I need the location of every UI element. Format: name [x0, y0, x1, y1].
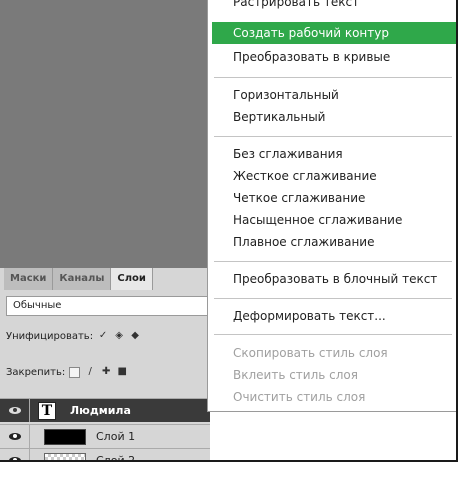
lock-pixels-brush-icon[interactable]: / — [84, 366, 96, 378]
lock-all-padlock-icon[interactable]: ■ — [116, 366, 128, 378]
unify-label: Унифицировать: — [6, 330, 94, 342]
layer-visibility-toggle[interactable] — [0, 425, 30, 448]
layer-visibility-toggle[interactable] — [0, 449, 30, 460]
eye-icon — [8, 433, 21, 440]
menu-item-antialias-smooth[interactable]: Плавное сглаживание — [208, 231, 456, 253]
menu-item-vertical[interactable]: Вертикальный — [208, 106, 456, 128]
menu-separator — [214, 77, 452, 78]
layer-thumbnail-transparent — [44, 452, 86, 460]
layer-row-1[interactable]: Слой 1 — [0, 424, 210, 448]
layer-name: Людмила — [70, 404, 131, 417]
unify-style-icon[interactable]: ◆ — [129, 330, 141, 342]
lock-transparency-icon[interactable] — [69, 366, 81, 378]
layer-name: Слой 1 — [96, 430, 136, 443]
layers-panel: Маски Каналы Слои Обычные Унифицировать:… — [0, 268, 210, 460]
eye-icon — [8, 457, 21, 460]
menu-item-paste-layer-style: Вклеить стиль слоя — [233, 368, 358, 382]
menu-item-warp-text[interactable]: Деформировать текст... — [208, 305, 456, 327]
unify-row: Унифицировать: ✓ ◈ ◆ — [6, 330, 141, 342]
text-layer-thumbnail-icon: T — [38, 401, 56, 420]
layer-row-text[interactable]: T Людмила — [0, 398, 210, 422]
unify-visibility-icon[interactable]: ◈ — [113, 330, 125, 342]
tab-masks[interactable]: Маски — [4, 268, 54, 290]
tab-channels[interactable]: Каналы — [53, 268, 112, 290]
menu-item-clear-layer-style: Очистить стиль слоя — [233, 390, 366, 404]
photoshop-window: Маски Каналы Слои Обычные Унифицировать:… — [0, 0, 458, 462]
menu-item-horizontal[interactable]: Горизонтальный — [208, 84, 456, 106]
tab-layers[interactable]: Слои — [111, 268, 153, 290]
menu-separator — [214, 334, 452, 335]
blend-mode-select[interactable]: Обычные — [6, 296, 210, 316]
lock-row: Закрепить: / ✚ ■ — [6, 366, 128, 378]
context-menu: Растрировать текст Создать рабочий конту… — [207, 0, 456, 412]
menu-item-rasterize-text[interactable]: Растрировать текст — [208, 0, 456, 13]
eye-icon — [8, 407, 21, 414]
lock-label: Закрепить: — [6, 366, 66, 378]
panel-tabs: Маски Каналы Слои — [4, 268, 210, 290]
menu-item-antialias-strong[interactable]: Насыщенное сглаживание — [208, 209, 456, 231]
menu-item-convert-to-paragraph-text[interactable]: Преобразовать в блочный текст — [208, 268, 456, 290]
unify-position-icon[interactable]: ✓ — [97, 330, 109, 342]
menu-item-copy-layer-style: Скопировать стиль слоя — [233, 346, 388, 360]
menu-separator — [214, 136, 452, 137]
menu-item-antialias-sharp[interactable]: Жесткое сглаживание — [208, 165, 456, 187]
document-canvas-area[interactable] — [0, 0, 210, 268]
lock-position-move-icon[interactable]: ✚ — [100, 366, 112, 378]
menu-separator — [214, 261, 452, 262]
layer-row-2[interactable]: Слой 2 — [0, 448, 210, 462]
menu-item-antialias-none[interactable]: Без сглаживания — [208, 143, 456, 165]
menu-item-antialias-crisp[interactable]: Четкое сглаживание — [208, 187, 456, 209]
menu-separator — [214, 298, 452, 299]
menu-item-convert-to-shape[interactable]: Преобразовать в кривые — [208, 46, 456, 68]
layer-thumbnail-black — [44, 428, 86, 445]
layer-name: Слой 2 — [96, 454, 136, 462]
menu-item-create-work-path[interactable]: Создать рабочий контур — [212, 22, 456, 44]
layer-visibility-toggle[interactable] — [0, 399, 30, 422]
